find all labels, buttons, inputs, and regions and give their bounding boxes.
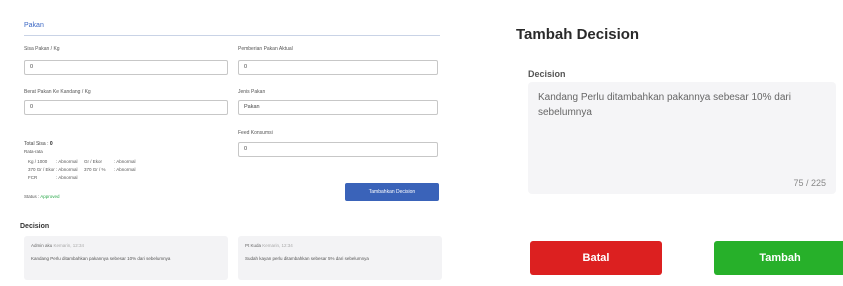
stats-row: Kg / 1000 : Abnormal Gr / Ekor : Abnorma…	[28, 157, 144, 165]
tambah-decision-modal: Tambah Decision Decision Kandang Perlu d…	[490, 0, 843, 286]
total-sisa-value: 0	[49, 141, 53, 147]
decision-textarea-value: Kandang Perlu ditambahkan pakannya sebes…	[538, 92, 791, 118]
stats-grid: Kg / 1000 : Abnormal Gr / Ekor : Abnorma…	[28, 157, 144, 181]
stats-subtitle: Rata-rata	[24, 149, 43, 154]
decision-textarea[interactable]: Kandang Perlu ditambahkan pakannya sebes…	[528, 82, 836, 194]
decision-card: Pt Kuda Kemarin, 12:34 Sudah kayan perlu…	[238, 236, 442, 280]
add-decision-button[interactable]: Tambahkan Decision	[345, 183, 439, 201]
decision-card: Admin aku Kemarin, 12:34 Kandang Perlu d…	[24, 236, 228, 280]
stats-row: FCR : Abnormal	[28, 173, 144, 181]
section-divider	[24, 35, 440, 36]
stat-cell: Gr / Ekor	[84, 158, 103, 164]
jenis-pakan-label: Jenis Pakan	[238, 89, 266, 95]
sisa-pakan-input[interactable]: 0	[24, 60, 228, 75]
jenis-pakan-select[interactable]: Pakan	[238, 100, 438, 115]
submit-button[interactable]: Tambah	[714, 241, 843, 275]
sisa-pakan-label: Sisa Pakan / Kg	[24, 46, 60, 52]
decision-card-header: Admin aku Kemarin, 12:34	[31, 243, 84, 248]
feed-konsumsi-input[interactable]: 0	[238, 142, 438, 157]
stat-cell: : Abnormal	[114, 158, 136, 164]
stat-cell: 370 Gr / %	[84, 166, 106, 172]
pemberian-input[interactable]: 0	[238, 60, 438, 75]
stat-cell: : Abnormal	[114, 166, 136, 172]
stats-row: 370 Gr / Ekor : Abnormal 370 Gr / % : Ab…	[28, 165, 144, 173]
decision-heading: Decision	[20, 223, 50, 230]
stat-cell: FCR	[28, 174, 38, 180]
status-badge: Approved	[40, 194, 60, 199]
decision-card-header: Pt Kuda Kemarin, 12:34	[245, 243, 293, 248]
decision-date: Kemarin, 12:34	[53, 243, 85, 248]
feed-form-panel: Pakan Sisa Pakan / Kg 0 Pemberian Pakan …	[0, 0, 460, 286]
stat-cell: : Abnormal	[56, 174, 78, 180]
stat-cell: 370 Gr / Ekor	[28, 166, 55, 172]
decision-date: Kemarin, 12:34	[262, 243, 293, 248]
stat-cell: Kg / 1000	[28, 158, 48, 164]
total-sisa-label: Total Sisa :	[24, 141, 49, 147]
decision-author: Pt Kuda	[245, 243, 262, 248]
decision-author: Admin aku	[31, 243, 53, 248]
feed-konsumsi-label: Feed Konsumsi	[238, 130, 273, 136]
berat-pakan-input[interactable]: 0	[24, 100, 228, 115]
status-line: Status : Approved	[24, 194, 60, 199]
cancel-button[interactable]: Batal	[530, 241, 662, 275]
pemberian-label: Pemberian Pakan Aktual	[238, 46, 293, 52]
character-counter: 75 / 225	[793, 178, 826, 188]
modal-title: Tambah Decision	[516, 26, 640, 43]
stat-cell: : Abnormal	[56, 166, 78, 172]
section-tab-pakan[interactable]: Pakan	[24, 22, 44, 29]
decision-text: Kandang Perlu ditambahkan pakannya sebes…	[31, 256, 171, 261]
status-label: Status :	[24, 194, 40, 199]
berat-pakan-label: Berat Pakan Ke Kandang / Kg	[24, 89, 91, 95]
stat-cell: : Abnormal	[56, 158, 78, 164]
total-sisa: Total Sisa : 0	[24, 141, 53, 147]
decision-text: Sudah kayan perlu ditambahkan sebesar 5%…	[245, 256, 369, 261]
decision-field-label: Decision	[528, 69, 566, 79]
